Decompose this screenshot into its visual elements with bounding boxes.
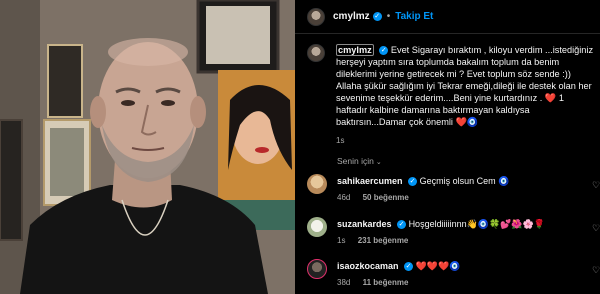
comment-likes[interactable]: 11 beğenme [363, 278, 409, 287]
comment-username[interactable]: isaozkocaman [337, 261, 399, 271]
verified-icon: ✓ [372, 12, 382, 21]
post-header: cmylmz ✓ • Takip Et [295, 0, 600, 34]
caption-username[interactable]: cmylmz [336, 44, 374, 56]
commenter-avatar[interactable] [307, 174, 327, 194]
comment-text: Geçmiş olsun Cem 🧿 [419, 176, 510, 186]
verified-icon: ✓ [379, 46, 389, 56]
comment-username[interactable]: sahikaercumen [337, 176, 403, 186]
separator-dot: • [386, 11, 391, 22]
caption-body: cmylmz ✓ Evet Sigarayı bıraktım , kiloyu… [336, 44, 595, 147]
chevron-down-icon: ⌄ [375, 159, 382, 166]
comment-likes[interactable]: 231 beğenme [358, 236, 409, 245]
author-avatar[interactable] [307, 7, 325, 26]
verified-icon: ✓ [397, 220, 407, 230]
comment-text: Hoşgeldiiiiinnn👋🧿🍀💕🌺🌸🌹 [408, 219, 546, 229]
verified-icon: ✓ [408, 177, 418, 187]
caption-text: Evet Sigarayı bıraktım , kiloyu verdim .… [336, 45, 594, 127]
like-heart-icon[interactable]: ♡ [592, 265, 600, 276]
comment-text: ❤️❤️❤️🧿 [415, 261, 461, 271]
comment-meta: 46d 50 beğenme [337, 193, 409, 202]
sort-dropdown[interactable]: Senin için ⌄ [337, 156, 382, 166]
like-heart-icon[interactable]: ♡ [592, 223, 600, 234]
selfie-image [0, 0, 295, 294]
comment-meta: 1s 231 beğenme [337, 236, 408, 245]
comment-likes[interactable]: 50 beğenme [363, 193, 409, 202]
comment-meta: 38d 11 beğenme [337, 278, 408, 287]
comment-time: 46d [337, 193, 351, 202]
comment-time: 38d [337, 278, 351, 287]
comment-row: isaozkocaman ✓ ❤️❤️❤️🧿 [337, 260, 460, 272]
comment-row: sahikaercumen ✓ Geçmiş olsun Cem 🧿 [337, 175, 509, 187]
sort-label: Senin için [337, 156, 374, 166]
verified-icon: ✓ [404, 262, 414, 272]
author-username[interactable]: cmylmz [333, 11, 370, 22]
comment-row: suzankardes ✓ Hoşgeldiiiiinnn👋🧿🍀💕🌺🌸🌹 [337, 218, 545, 230]
follow-button[interactable]: Takip Et [395, 11, 433, 22]
caption-avatar[interactable] [307, 44, 325, 62]
comment-time: 1s [337, 236, 346, 245]
like-heart-icon[interactable]: ♡ [592, 180, 600, 191]
commenter-avatar[interactable] [307, 259, 327, 279]
post-panel: cmylmz ✓ • Takip Et cmylmz ✓ Evet Sigara… [295, 0, 600, 294]
comment-username[interactable]: suzankardes [337, 219, 392, 229]
caption-time: 1s [336, 136, 345, 145]
post-photo [0, 0, 295, 294]
post-caption: cmylmz ✓ Evet Sigarayı bıraktım , kiloyu… [307, 44, 595, 147]
commenter-avatar[interactable] [307, 217, 327, 237]
